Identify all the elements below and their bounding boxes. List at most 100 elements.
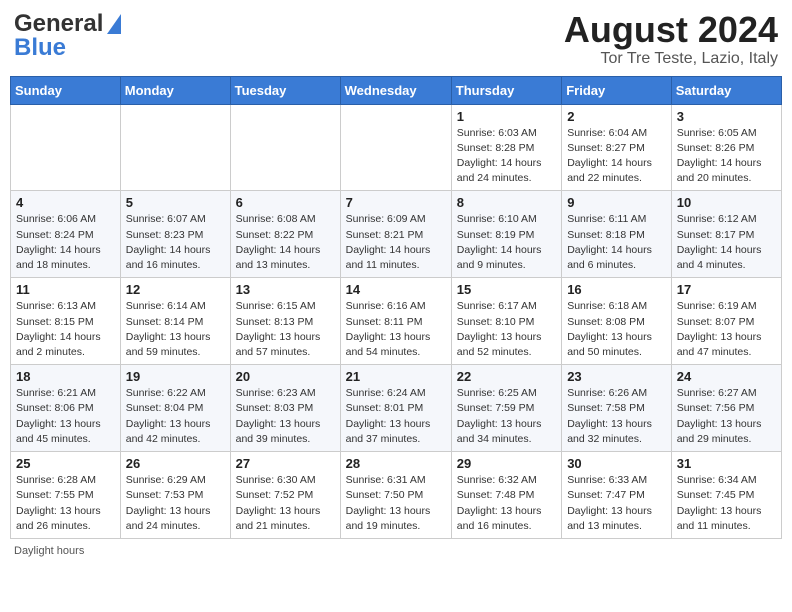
day-header-monday: Monday xyxy=(120,76,230,104)
day-number: 4 xyxy=(16,195,115,210)
footer-note: Daylight hours xyxy=(10,545,782,557)
day-info: Sunrise: 6:22 AMSunset: 8:04 PMDaylight:… xyxy=(126,386,225,447)
day-info: Sunrise: 6:24 AMSunset: 8:01 PMDaylight:… xyxy=(346,386,446,447)
header: General Blue August 2024 Tor Tre Teste, … xyxy=(10,10,782,68)
day-info: Sunrise: 6:12 AMSunset: 8:17 PMDaylight:… xyxy=(677,212,776,273)
day-info: Sunrise: 6:30 AMSunset: 7:52 PMDaylight:… xyxy=(236,473,335,534)
day-number: 23 xyxy=(567,369,666,384)
day-number: 18 xyxy=(16,369,115,384)
calendar-cell: 16 Sunrise: 6:18 AMSunset: 8:08 PMDayligh… xyxy=(562,278,672,365)
calendar-cell: 14 Sunrise: 6:16 AMSunset: 8:11 PMDayligh… xyxy=(340,278,451,365)
logo-blue-text: Blue xyxy=(14,34,66,62)
calendar-cell: 29 Sunrise: 6:32 AMSunset: 7:48 PMDayligh… xyxy=(451,452,561,539)
day-info: Sunrise: 6:07 AMSunset: 8:23 PMDaylight:… xyxy=(126,212,225,273)
day-info: Sunrise: 6:03 AMSunset: 8:28 PMDaylight:… xyxy=(457,126,556,187)
day-number: 14 xyxy=(346,282,446,297)
calendar-cell: 21 Sunrise: 6:24 AMSunset: 8:01 PMDayligh… xyxy=(340,365,451,452)
day-info: Sunrise: 6:13 AMSunset: 8:15 PMDaylight:… xyxy=(16,299,115,360)
calendar-cell: 1 Sunrise: 6:03 AMSunset: 8:28 PMDaylight… xyxy=(451,104,561,191)
day-info: Sunrise: 6:09 AMSunset: 8:21 PMDaylight:… xyxy=(346,212,446,273)
calendar-cell: 20 Sunrise: 6:23 AMSunset: 8:03 PMDayligh… xyxy=(230,365,340,452)
day-header-wednesday: Wednesday xyxy=(340,76,451,104)
day-number: 2 xyxy=(567,109,666,124)
day-number: 30 xyxy=(567,456,666,471)
day-info: Sunrise: 6:18 AMSunset: 8:08 PMDaylight:… xyxy=(567,299,666,360)
calendar-cell xyxy=(120,104,230,191)
day-info: Sunrise: 6:25 AMSunset: 7:59 PMDaylight:… xyxy=(457,386,556,447)
day-number: 21 xyxy=(346,369,446,384)
calendar-cell: 28 Sunrise: 6:31 AMSunset: 7:50 PMDayligh… xyxy=(340,452,451,539)
calendar-cell: 2 Sunrise: 6:04 AMSunset: 8:27 PMDaylight… xyxy=(562,104,672,191)
calendar-week-row: 11 Sunrise: 6:13 AMSunset: 8:15 PMDayligh… xyxy=(11,278,782,365)
day-number: 13 xyxy=(236,282,335,297)
day-number: 10 xyxy=(677,195,776,210)
day-info: Sunrise: 6:15 AMSunset: 8:13 PMDaylight:… xyxy=(236,299,335,360)
title-area: August 2024 Tor Tre Teste, Lazio, Italy xyxy=(564,10,778,68)
day-number: 8 xyxy=(457,195,556,210)
day-number: 26 xyxy=(126,456,225,471)
day-number: 16 xyxy=(567,282,666,297)
footer-daylight-text: Daylight hours xyxy=(14,545,84,557)
day-info: Sunrise: 6:14 AMSunset: 8:14 PMDaylight:… xyxy=(126,299,225,360)
calendar-cell: 5 Sunrise: 6:07 AMSunset: 8:23 PMDaylight… xyxy=(120,191,230,278)
day-header-thursday: Thursday xyxy=(451,76,561,104)
day-info: Sunrise: 6:31 AMSunset: 7:50 PMDaylight:… xyxy=(346,473,446,534)
calendar-cell: 11 Sunrise: 6:13 AMSunset: 8:15 PMDayligh… xyxy=(11,278,121,365)
day-number: 29 xyxy=(457,456,556,471)
calendar-cell: 7Sunrise: 6:09 AMSunset: 8:21 PMDaylight… xyxy=(340,191,451,278)
day-info: Sunrise: 6:16 AMSunset: 8:11 PMDaylight:… xyxy=(346,299,446,360)
calendar-cell: 17Sunrise: 6:19 AMSunset: 8:07 PMDayligh… xyxy=(671,278,781,365)
day-info: Sunrise: 6:17 AMSunset: 8:10 PMDaylight:… xyxy=(457,299,556,360)
calendar-cell: 3 Sunrise: 6:05 AMSunset: 8:26 PMDaylight… xyxy=(671,104,781,191)
day-header-sunday: Sunday xyxy=(11,76,121,104)
calendar-header-row: SundayMondayTuesdayWednesdayThursdayFrid… xyxy=(11,76,782,104)
location-subtitle: Tor Tre Teste, Lazio, Italy xyxy=(564,50,778,68)
day-info: Sunrise: 6:06 AMSunset: 8:24 PMDaylight:… xyxy=(16,212,115,273)
day-info: Sunrise: 6:32 AMSunset: 7:48 PMDaylight:… xyxy=(457,473,556,534)
day-number: 12 xyxy=(126,282,225,297)
calendar-cell: 13 Sunrise: 6:15 AMSunset: 8:13 PMDayligh… xyxy=(230,278,340,365)
calendar-cell: 10 Sunrise: 6:12 AMSunset: 8:17 PMDayligh… xyxy=(671,191,781,278)
day-number: 1 xyxy=(457,109,556,124)
day-number: 27 xyxy=(236,456,335,471)
day-info: Sunrise: 6:29 AMSunset: 7:53 PMDaylight:… xyxy=(126,473,225,534)
day-info: Sunrise: 6:34 AMSunset: 7:45 PMDaylight:… xyxy=(677,473,776,534)
calendar-cell: 23 Sunrise: 6:26 AMSunset: 7:58 PMDayligh… xyxy=(562,365,672,452)
logo-triangle-icon xyxy=(107,14,121,34)
calendar-cell xyxy=(340,104,451,191)
day-info: Sunrise: 6:28 AMSunset: 7:55 PMDaylight:… xyxy=(16,473,115,534)
day-number: 6 xyxy=(236,195,335,210)
calendar-cell: 9Sunrise: 6:11 AMSunset: 8:18 PMDaylight… xyxy=(562,191,672,278)
day-number: 3 xyxy=(677,109,776,124)
day-info: Sunrise: 6:23 AMSunset: 8:03 PMDaylight:… xyxy=(236,386,335,447)
day-info: Sunrise: 6:33 AMSunset: 7:47 PMDaylight:… xyxy=(567,473,666,534)
day-number: 25 xyxy=(16,456,115,471)
day-info: Sunrise: 6:05 AMSunset: 8:26 PMDaylight:… xyxy=(677,126,776,187)
day-info: Sunrise: 6:10 AMSunset: 8:19 PMDaylight:… xyxy=(457,212,556,273)
day-info: Sunrise: 6:19 AMSunset: 8:07 PMDaylight:… xyxy=(677,299,776,360)
logo-area: General Blue xyxy=(14,10,121,62)
day-number: 31 xyxy=(677,456,776,471)
day-number: 9 xyxy=(567,195,666,210)
day-number: 19 xyxy=(126,369,225,384)
month-year-title: August 2024 xyxy=(564,10,778,50)
day-info: Sunrise: 6:04 AMSunset: 8:27 PMDaylight:… xyxy=(567,126,666,187)
day-number: 15 xyxy=(457,282,556,297)
day-info: Sunrise: 6:21 AMSunset: 8:06 PMDaylight:… xyxy=(16,386,115,447)
calendar-week-row: 4 Sunrise: 6:06 AMSunset: 8:24 PMDaylight… xyxy=(11,191,782,278)
day-number: 11 xyxy=(16,282,115,297)
day-info: Sunrise: 6:26 AMSunset: 7:58 PMDaylight:… xyxy=(567,386,666,447)
calendar-cell: 12 Sunrise: 6:14 AMSunset: 8:14 PMDayligh… xyxy=(120,278,230,365)
day-header-tuesday: Tuesday xyxy=(230,76,340,104)
day-info: Sunrise: 6:08 AMSunset: 8:22 PMDaylight:… xyxy=(236,212,335,273)
day-number: 28 xyxy=(346,456,446,471)
calendar-cell: 8 Sunrise: 6:10 AMSunset: 8:19 PMDaylight… xyxy=(451,191,561,278)
day-number: 22 xyxy=(457,369,556,384)
calendar-week-row: 18 Sunrise: 6:21 AMSunset: 8:06 PMDayligh… xyxy=(11,365,782,452)
calendar-table: SundayMondayTuesdayWednesdayThursdayFrid… xyxy=(10,76,782,539)
day-number: 5 xyxy=(126,195,225,210)
day-number: 20 xyxy=(236,369,335,384)
calendar-cell: 4 Sunrise: 6:06 AMSunset: 8:24 PMDaylight… xyxy=(11,191,121,278)
day-header-friday: Friday xyxy=(562,76,672,104)
calendar-cell xyxy=(230,104,340,191)
